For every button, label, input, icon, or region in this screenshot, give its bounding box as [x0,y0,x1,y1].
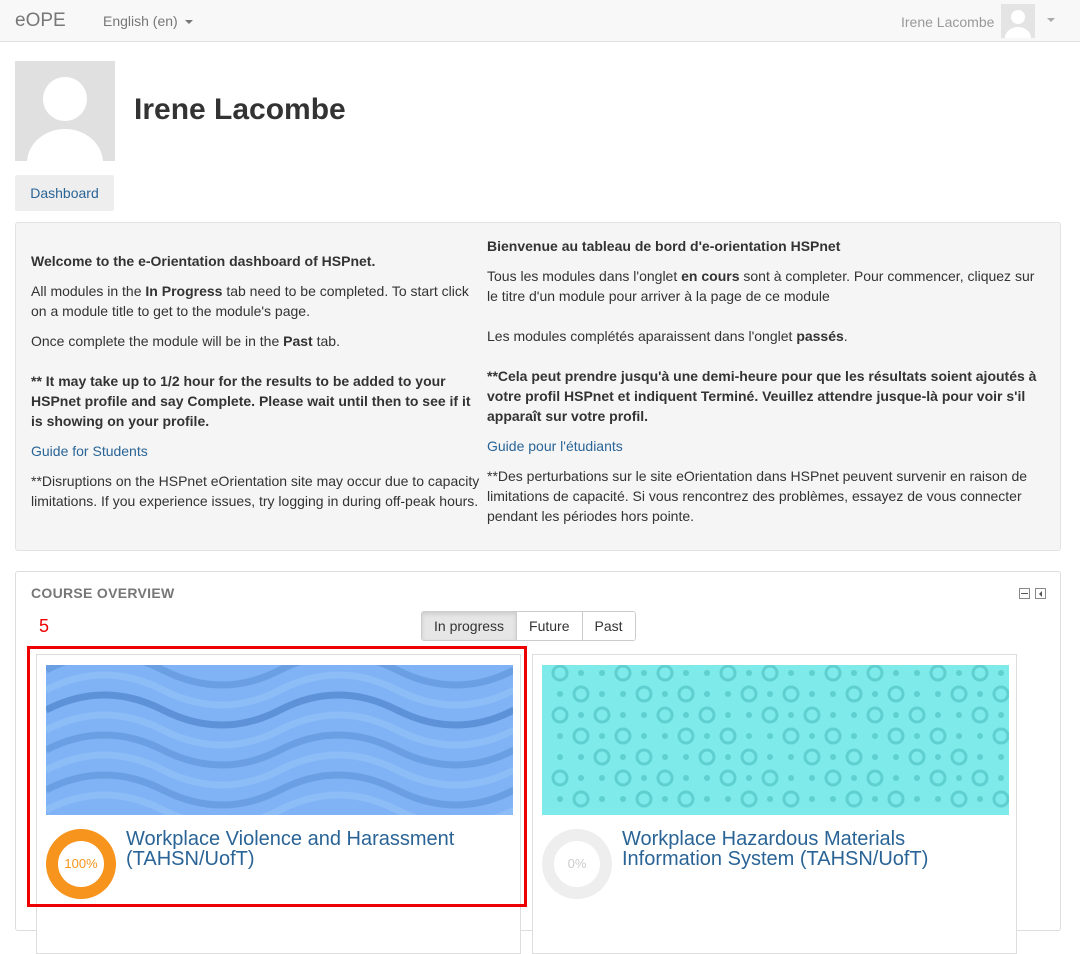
welcome-paragraph: All modules in the In Progress tab need … [31,283,469,319]
course-title-link[interactable]: Workplace Hazardous Materials Informatio… [622,829,1002,869]
welcome-disruption-note-fr: **Des perturbations sur le site eOrienta… [487,468,1028,524]
guide-for-students-link[interactable]: Guide for Students [31,443,148,459]
welcome-english: Welcome to the e-Orientation dashboard o… [31,251,483,521]
guide-pour-etudiants-link[interactable]: Guide pour l'étudiants [487,438,623,454]
progress-circle: 0% [542,829,612,899]
course-tabs: In progress Future Past [421,611,636,641]
welcome-disruption-note: **Disruptions on the HSPnet eOrientation… [31,473,480,509]
navbar: eOPE English (en) Irene Lacombe [0,0,1080,42]
user-silhouette-icon [1005,10,1031,38]
welcome-paragraph: Once complete the module will be in the … [31,333,340,349]
welcome-panel: Welcome to the e-Orientation dashboard o… [15,222,1061,551]
welcome-heading-fr: Bienvenue au tableau de bord d'e-orienta… [487,238,841,254]
welcome-heading: Welcome to the e-Orientation dashboard o… [31,253,376,269]
minimize-icon[interactable] [1019,588,1030,599]
welcome-paragraph-fr: Tous les modules dans l'onglet en cours … [487,268,1035,304]
caret-down-icon [184,20,193,25]
user-menu-caret-icon[interactable] [1047,18,1055,22]
brand-link[interactable]: eOPE [15,10,66,32]
block-controls [1018,588,1046,604]
dashboard-button[interactable]: Dashboard [15,175,114,211]
tab-past[interactable]: Past [581,612,635,640]
user-avatar[interactable] [1001,4,1035,38]
welcome-paragraph-fr: Les modules complétés aparaissent dans l… [487,328,848,344]
course-image[interactable] [542,665,1009,815]
tab-future[interactable]: Future [516,612,582,640]
welcome-french: Bienvenue au tableau de bord d'e-orienta… [487,236,1047,536]
page-title: Irene Lacombe [134,93,346,126]
course-overview-title: COURSE OVERVIEW [31,585,175,601]
annotation-number: 5 [39,616,50,636]
user-silhouette-icon [27,77,103,161]
profile-avatar [15,61,115,161]
course-card[interactable]: 0% Workplace Hazardous Materials Informa… [532,654,1017,954]
highlight-box [27,646,527,907]
language-menu[interactable]: English (en) [103,13,193,29]
welcome-notice-fr: **Cela peut prendre jusqu'à une demi-heu… [487,368,1037,424]
progress-label: 0% [554,841,600,887]
dock-icon[interactable] [1034,588,1046,599]
user-menu-name[interactable]: Irene Lacombe [901,14,994,30]
tab-in-progress[interactable]: In progress [422,612,517,640]
welcome-notice: ** It may take up to 1/2 hour for the re… [31,373,471,429]
language-label: English (en) [103,13,178,29]
